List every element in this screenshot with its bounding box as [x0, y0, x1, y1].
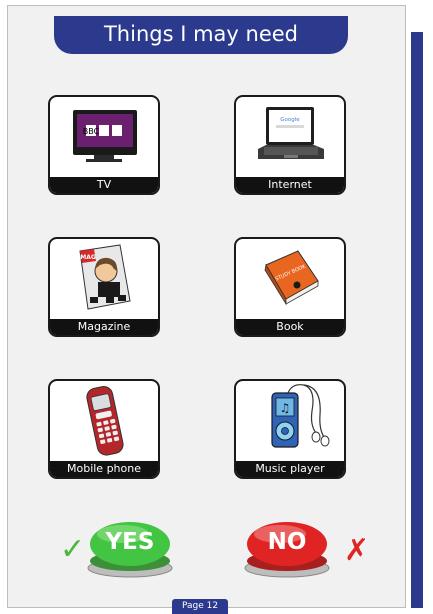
item-card-mobile-phone[interactable]: Mobile phone [48, 379, 160, 479]
item-label-book: Book [236, 319, 344, 335]
laptop-screen-text: Google [280, 117, 300, 123]
tv-brand-text: BBC [83, 127, 100, 136]
item-label-music-player: Music player [236, 461, 344, 477]
svg-text:♫: ♫ [280, 401, 291, 415]
item-label-mobile-phone: Mobile phone [50, 461, 158, 477]
item-card-music-player[interactable]: ♫ Music player [234, 379, 346, 479]
item-label-internet: Internet [236, 177, 344, 193]
book-icon: STUDY BOOK [236, 239, 344, 319]
side-bar [411, 32, 423, 608]
magazine-cover-text: MAG [80, 254, 96, 261]
yes-button[interactable]: YES [75, 512, 185, 578]
item-card-book[interactable]: STUDY BOOK Book [234, 237, 346, 337]
page-title: Things I may need [54, 16, 348, 54]
item-label-magazine: Magazine [50, 319, 158, 335]
music-player-icon: ♫ [236, 381, 344, 461]
item-card-magazine[interactable]: MAG Magazine [48, 237, 160, 337]
page-number: Page 12 [172, 599, 228, 614]
item-card-tv[interactable]: BBC TV [48, 95, 160, 195]
no-button-label: NO [267, 529, 307, 555]
item-card-internet[interactable]: Google Internet [234, 95, 346, 195]
yes-button-label: YES [105, 529, 155, 555]
laptop-icon: Google [236, 97, 344, 177]
item-label-tv: TV [50, 177, 158, 193]
mobile-phone-icon [50, 381, 158, 461]
no-button[interactable]: NO [232, 512, 342, 578]
cross-mark-icon: ✗ [344, 533, 370, 568]
tv-icon: BBC [50, 97, 158, 177]
magazine-icon: MAG [50, 239, 158, 319]
